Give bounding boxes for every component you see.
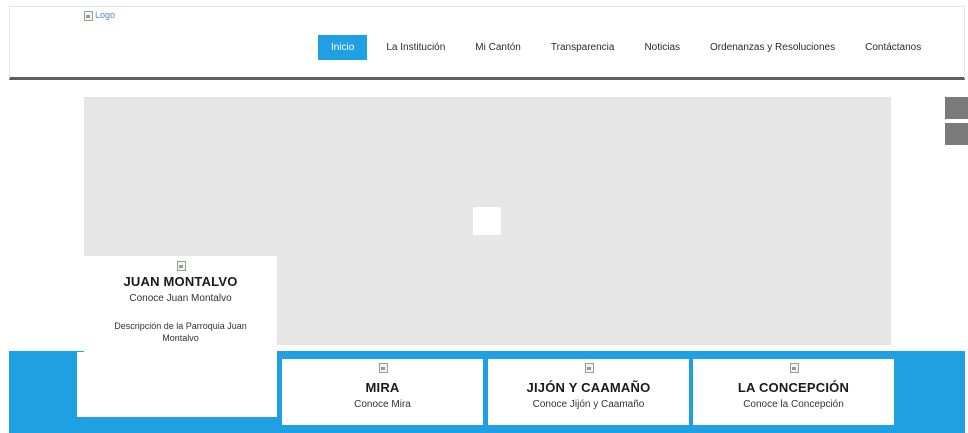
card-title: MIRA bbox=[365, 380, 400, 395]
nav-item-la-institucion[interactable]: La Institución bbox=[371, 35, 460, 60]
card-title: JIJÓN Y CAAMAÑO bbox=[526, 380, 651, 395]
nav-item-inicio[interactable]: Inicio bbox=[318, 35, 368, 60]
nav-item-contactanos[interactable]: Contáctanos bbox=[850, 35, 936, 60]
site-header: Logo Inicio La Institución Mi Cantón Tra… bbox=[9, 6, 965, 80]
featured-card-base bbox=[77, 352, 277, 417]
broken-image-icon bbox=[584, 362, 594, 373]
card-subtitle: Conoce la Concepción bbox=[743, 399, 844, 410]
side-control-button-top[interactable] bbox=[945, 97, 968, 119]
card-subtitle: Conoce Mira bbox=[354, 399, 411, 410]
broken-image-icon bbox=[378, 362, 388, 373]
logo-alt-text: Logo bbox=[95, 10, 116, 20]
side-control-button-bottom[interactable] bbox=[945, 123, 968, 145]
broken-image-icon bbox=[176, 260, 186, 271]
card-subtitle: Conoce Juan Montalvo bbox=[129, 293, 232, 304]
card-title: JUAN MONTALVO bbox=[123, 274, 238, 289]
broken-image-icon bbox=[789, 362, 799, 373]
parish-card-mira[interactable]: MIRA Conoce Mira bbox=[282, 359, 483, 425]
parish-card-juan-montalvo[interactable]: JUAN MONTALVO Conoce Juan Montalvo Descr… bbox=[84, 256, 277, 352]
card-description: Descripción de la Parroquia Juan Montalv… bbox=[114, 321, 247, 343]
main-nav: Inicio La Institución Mi Cantón Transpar… bbox=[318, 35, 936, 60]
broken-image-icon bbox=[83, 10, 93, 21]
nav-item-mi-canton[interactable]: Mi Cantón bbox=[460, 35, 536, 60]
logo[interactable]: Logo bbox=[83, 10, 116, 21]
nav-item-noticias[interactable]: Noticias bbox=[629, 35, 695, 60]
parish-card-jijon-y-caamano[interactable]: JIJÓN Y CAAMAÑO Conoce Jijón y Caamaño bbox=[488, 359, 689, 425]
parish-card-la-concepcion[interactable]: LA CONCEPCIÓN Conoce la Concepción bbox=[693, 359, 894, 425]
card-subtitle: Conoce Jijón y Caamaño bbox=[532, 399, 645, 410]
page: Logo Inicio La Institución Mi Cantón Tra… bbox=[0, 0, 968, 433]
nav-item-transparencia[interactable]: Transparencia bbox=[536, 35, 630, 60]
card-title: LA CONCEPCIÓN bbox=[737, 380, 850, 395]
nav-item-ordenanzas[interactable]: Ordenanzas y Resoluciones bbox=[695, 35, 850, 60]
slider-loader-icon bbox=[473, 207, 501, 235]
